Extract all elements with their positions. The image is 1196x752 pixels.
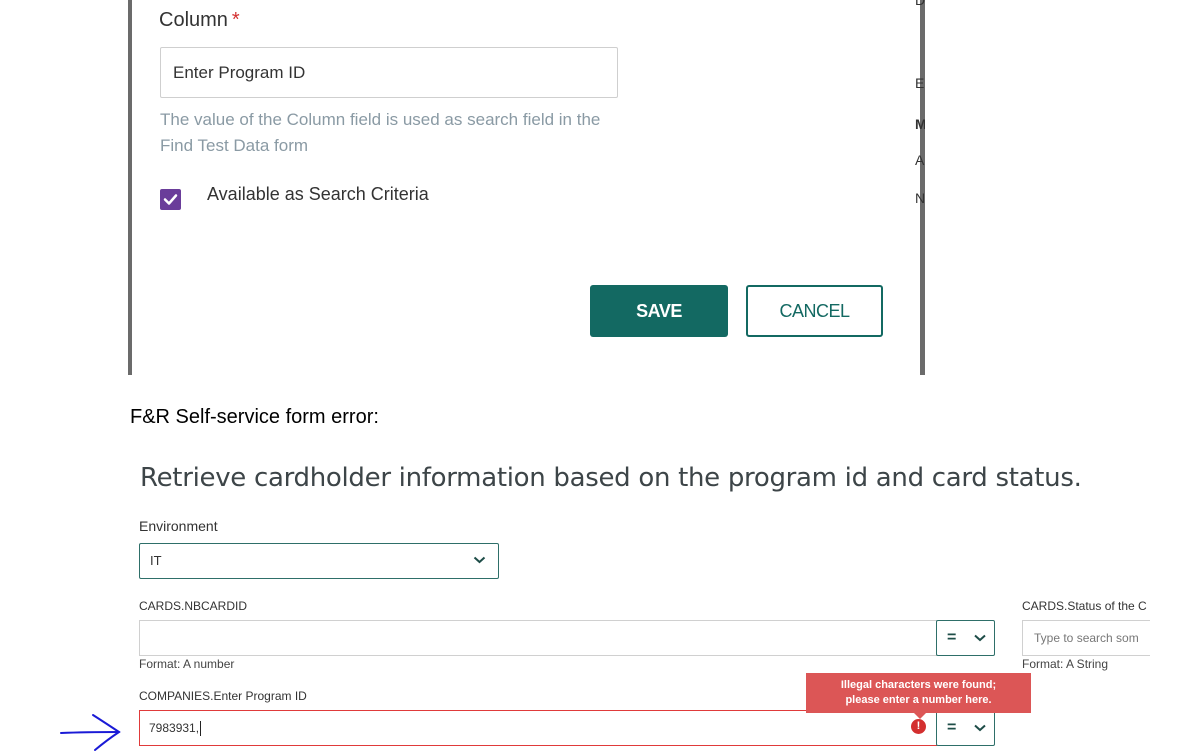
required-marker: * <box>231 9 240 31</box>
chevron-down-icon <box>473 556 486 564</box>
equals-operator-icon: = <box>947 629 957 646</box>
background-page-glyphs: D E M A N <box>915 0 925 375</box>
text-caret <box>200 721 202 737</box>
column-field-label: Column * <box>159 9 240 32</box>
nbcardid-label: CARDS.NBCARDID <box>139 599 248 613</box>
cancel-button[interactable]: CANCEL <box>746 285 883 337</box>
chevron-down-icon <box>974 634 986 642</box>
chevron-down-icon <box>974 724 986 732</box>
nbcardid-operator-select[interactable]: = <box>936 620 995 656</box>
background-glyph: N <box>915 190 925 206</box>
error-tooltip: Illegal characters were found; please en… <box>806 673 1031 719</box>
save-button[interactable]: SAVE <box>590 285 728 337</box>
background-glyph: A <box>915 152 925 168</box>
background-glyph: D <box>915 0 925 8</box>
environment-select[interactable]: IT <box>139 543 499 579</box>
card-status-format-hint: Format: A String <box>1022 657 1109 671</box>
error-tooltip-line: please enter a number here. <box>845 694 992 706</box>
caption-text: F&R Self-service form error: <box>130 406 379 428</box>
error-icon: ! <box>911 719 926 734</box>
program-id-operator-select[interactable]: = <box>936 710 995 746</box>
background-glyph: E <box>915 75 925 91</box>
checkmark-icon <box>163 194 178 205</box>
nbcardid-input[interactable] <box>139 620 937 656</box>
program-id-value: 7983931, <box>149 721 200 735</box>
environment-selected-value: IT <box>150 553 162 568</box>
search-criteria-checkbox[interactable] <box>160 189 181 210</box>
nbcardid-format-hint: Format: A number <box>139 657 235 671</box>
error-tooltip-line: Illegal characters were found; <box>840 679 997 691</box>
equals-operator-icon: = <box>947 719 957 736</box>
environment-label: Environment <box>139 518 218 534</box>
form-title: Retrieve cardholder information based on… <box>140 463 1082 493</box>
column-input[interactable]: Enter Program ID <box>160 47 618 98</box>
background-glyph: M <box>915 116 925 132</box>
program-id-label: COMPANIES.Enter Program ID <box>139 689 307 703</box>
card-status-label: CARDS.Status of the C <box>1022 599 1147 613</box>
column-help-text: The value of the Column field is used as… <box>160 110 601 155</box>
annotation-arrow-icon <box>60 714 121 751</box>
card-status-input[interactable]: Type to search som <box>1022 620 1150 656</box>
search-criteria-label: Available as Search Criteria <box>207 184 429 204</box>
column-label-text: Column <box>159 9 228 31</box>
program-id-input[interactable]: 7983931, <box>139 710 937 746</box>
